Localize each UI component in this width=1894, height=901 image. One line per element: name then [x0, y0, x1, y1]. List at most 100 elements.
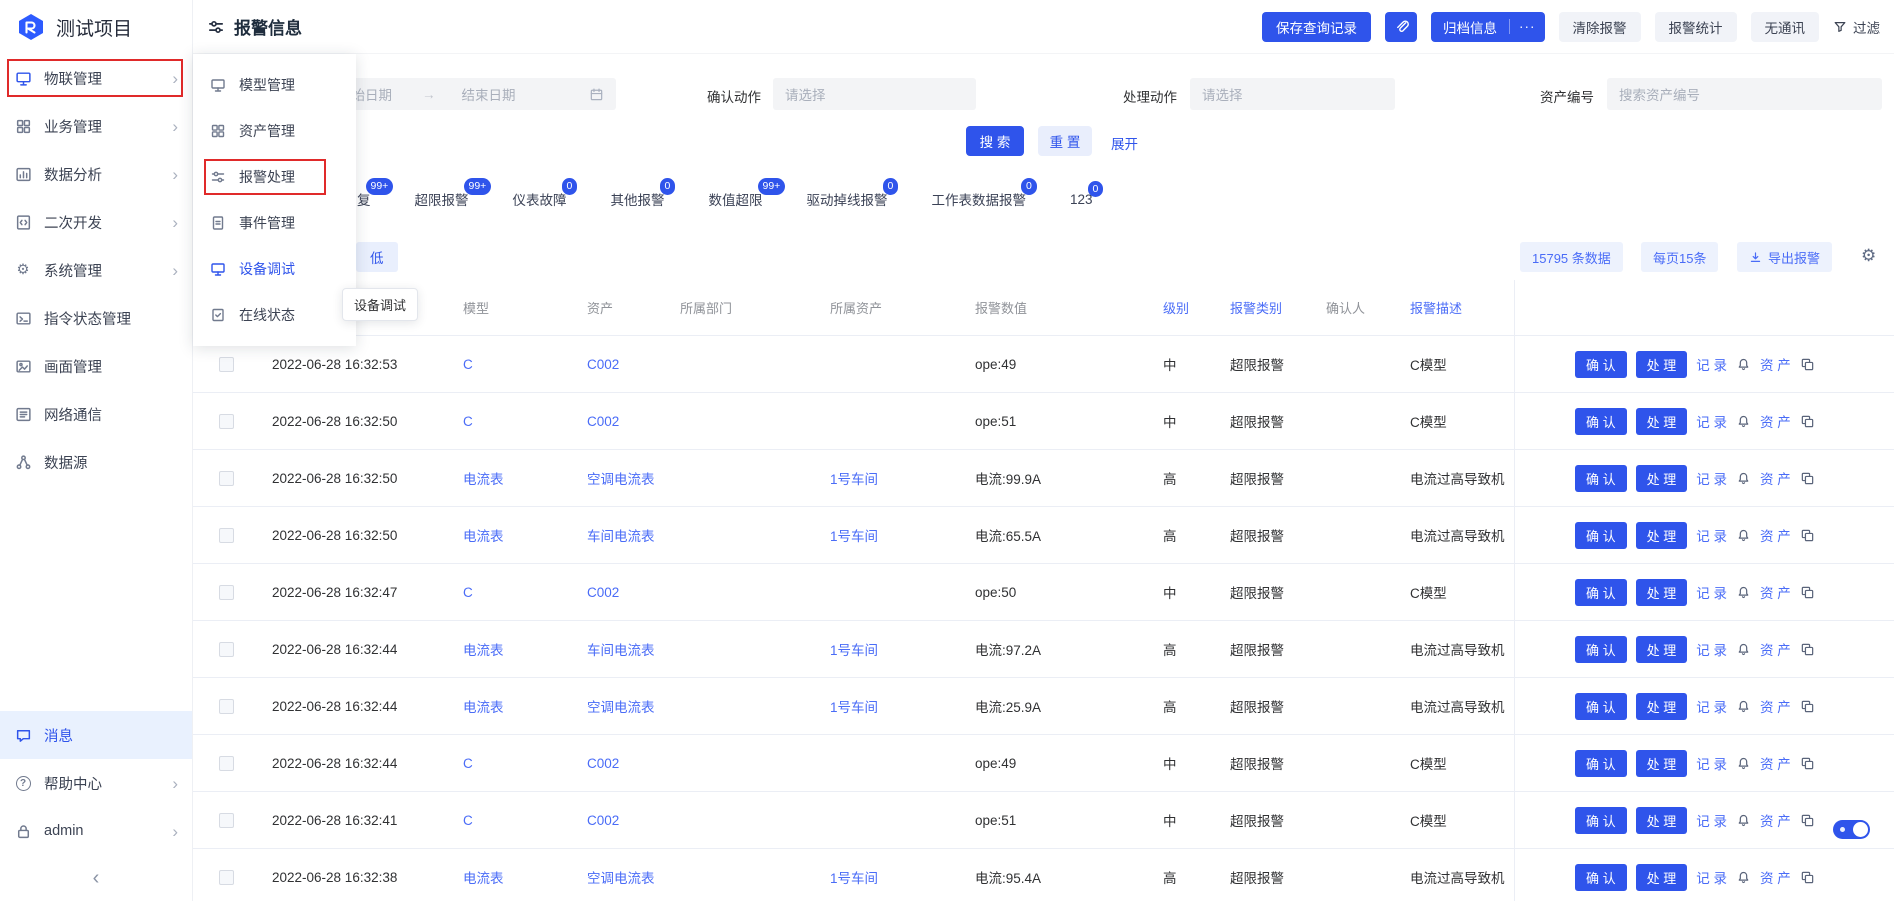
parent-asset-link[interactable]: [820, 393, 965, 449]
date-range-input[interactable]: 开始日期 → 结束日期: [326, 78, 616, 110]
confirm-button[interactable]: 确 认: [1575, 635, 1627, 663]
parent-asset-link[interactable]: [820, 735, 965, 791]
sidebar-item-help-center[interactable]: ? 帮助中心 ›: [0, 759, 192, 807]
no-comm-button[interactable]: 无通讯: [1750, 11, 1819, 42]
row-checkbox[interactable]: [219, 413, 234, 429]
asset-action-link[interactable]: 资 产: [1760, 354, 1791, 374]
bell-icon[interactable]: [1736, 642, 1751, 657]
sidebar-item-screen-management[interactable]: 画面管理: [0, 342, 192, 390]
parent-asset-link[interactable]: [820, 792, 965, 848]
bell-icon[interactable]: [1736, 357, 1751, 372]
sidebar-item-admin[interactable]: admin ›: [0, 807, 192, 855]
handle-button[interactable]: 处 理: [1635, 863, 1688, 891]
submenu-item-model-management[interactable]: 模型管理: [193, 62, 356, 108]
model-link[interactable]: 电流表: [453, 507, 577, 563]
submenu-item-device-debug[interactable]: 设备调试: [193, 246, 356, 292]
handle-button[interactable]: 处 理: [1635, 350, 1688, 378]
record-link[interactable]: 记 录: [1696, 468, 1727, 488]
sidebar-item-iot-management[interactable]: 物联管理 ›: [0, 54, 192, 102]
bell-icon[interactable]: [1736, 528, 1751, 543]
asset-link[interactable]: 车间电流表: [577, 507, 670, 563]
page-size-pill[interactable]: 每页15条: [1641, 242, 1719, 272]
confirm-button[interactable]: 确 认: [1575, 350, 1627, 378]
asset-action-link[interactable]: 资 产: [1760, 582, 1791, 602]
asset-action-link[interactable]: 资 产: [1760, 468, 1791, 488]
sidebar-item-secondary-dev[interactable]: 二次开发 ›: [0, 198, 192, 246]
confirm-button[interactable]: 确 认: [1575, 749, 1627, 777]
clear-alarm-button[interactable]: 清除报警: [1558, 11, 1641, 42]
parent-asset-link[interactable]: 1号车间: [820, 621, 965, 677]
handle-button[interactable]: 处 理: [1635, 464, 1688, 492]
bell-icon[interactable]: [1736, 699, 1751, 714]
asset-link[interactable]: 空调电流表: [577, 450, 670, 506]
bell-icon[interactable]: [1736, 813, 1751, 828]
model-link[interactable]: C: [453, 336, 577, 392]
alarm-type-tab[interactable]: 工作表数据报警 0: [932, 178, 1037, 209]
handle-button[interactable]: 处 理: [1635, 806, 1688, 834]
copy-icon[interactable]: [1800, 756, 1815, 771]
handle-button[interactable]: 处 理: [1635, 578, 1688, 606]
sidebar-item-system-management[interactable]: ⚙ 系统管理 ›: [0, 246, 192, 294]
copy-icon[interactable]: [1800, 471, 1815, 486]
handle-button[interactable]: 处 理: [1635, 521, 1688, 549]
confirm-button[interactable]: 确 认: [1575, 407, 1627, 435]
search-button[interactable]: 搜 索: [966, 126, 1024, 156]
record-link[interactable]: 记 录: [1696, 753, 1727, 773]
row-checkbox[interactable]: [219, 584, 234, 600]
parent-asset-link[interactable]: 1号车间: [820, 450, 965, 506]
parent-asset-link[interactable]: [820, 564, 965, 620]
model-link[interactable]: 电流表: [453, 621, 577, 677]
expand-link[interactable]: 展开: [1111, 133, 1138, 153]
row-checkbox[interactable]: [219, 812, 234, 828]
parent-asset-link[interactable]: 1号车间: [820, 849, 965, 901]
copy-icon[interactable]: [1800, 870, 1815, 885]
asset-action-link[interactable]: 资 产: [1760, 753, 1791, 773]
record-link[interactable]: 记 录: [1696, 411, 1727, 431]
asset-action-link[interactable]: 资 产: [1760, 867, 1791, 887]
alarm-type-tab[interactable]: 数值超限 99+: [709, 178, 786, 209]
header-category[interactable]: 报警类别: [1220, 280, 1316, 335]
parent-asset-link[interactable]: [820, 336, 965, 392]
parent-asset-link[interactable]: 1号车间: [820, 678, 965, 734]
copy-icon[interactable]: [1800, 585, 1815, 600]
asset-no-input[interactable]: 搜索资产编号: [1607, 78, 1882, 110]
record-link[interactable]: 记 录: [1696, 525, 1727, 545]
asset-link[interactable]: C002: [577, 336, 670, 392]
filter-button[interactable]: 过滤: [1833, 17, 1880, 37]
row-checkbox[interactable]: [219, 356, 234, 372]
record-link[interactable]: 记 录: [1696, 582, 1727, 602]
model-link[interactable]: 电流表: [453, 678, 577, 734]
asset-link[interactable]: C002: [577, 792, 670, 848]
handle-button[interactable]: 处 理: [1635, 407, 1688, 435]
alarm-stats-button[interactable]: 报警统计: [1654, 11, 1737, 42]
bell-icon[interactable]: [1736, 471, 1751, 486]
submenu-item-alarm-processing[interactable]: 报警处理: [193, 154, 356, 200]
asset-link[interactable]: C002: [577, 735, 670, 791]
confirm-button[interactable]: 确 认: [1575, 863, 1627, 891]
alarm-type-tab[interactable]: 123 0: [1070, 180, 1104, 207]
sidebar-item-messages[interactable]: 消息: [0, 711, 192, 759]
copy-icon[interactable]: [1800, 813, 1815, 828]
asset-action-link[interactable]: 资 产: [1760, 810, 1791, 830]
asset-link[interactable]: 车间电流表: [577, 621, 670, 677]
row-checkbox[interactable]: [219, 698, 234, 714]
sidebar-item-business-management[interactable]: 业务管理 ›: [0, 102, 192, 150]
confirm-button[interactable]: 确 认: [1575, 464, 1627, 492]
handle-button[interactable]: 处 理: [1635, 749, 1688, 777]
bell-icon[interactable]: [1736, 414, 1751, 429]
record-link[interactable]: 记 录: [1696, 639, 1727, 659]
submenu-item-online-status[interactable]: 在线状态: [193, 292, 356, 338]
sidebar-item-command-status[interactable]: 指令状态管理: [0, 294, 192, 342]
alarm-type-tab[interactable]: 超限报警 99+: [415, 178, 492, 209]
archive-button[interactable]: 归档信息 ···: [1431, 11, 1545, 42]
asset-link[interactable]: C002: [577, 393, 670, 449]
reset-button[interactable]: 重 置: [1038, 126, 1092, 156]
row-checkbox[interactable]: [219, 869, 234, 885]
row-checkbox[interactable]: [219, 641, 234, 657]
more-icon[interactable]: ···: [1509, 19, 1545, 34]
confirm-action-select[interactable]: 请选择: [773, 78, 976, 110]
alarm-type-tab[interactable]: 复 99+: [357, 178, 394, 209]
record-link[interactable]: 记 录: [1696, 867, 1727, 887]
table-settings-gear-icon[interactable]: ⚙: [1861, 246, 1876, 266]
bell-icon[interactable]: [1736, 756, 1751, 771]
